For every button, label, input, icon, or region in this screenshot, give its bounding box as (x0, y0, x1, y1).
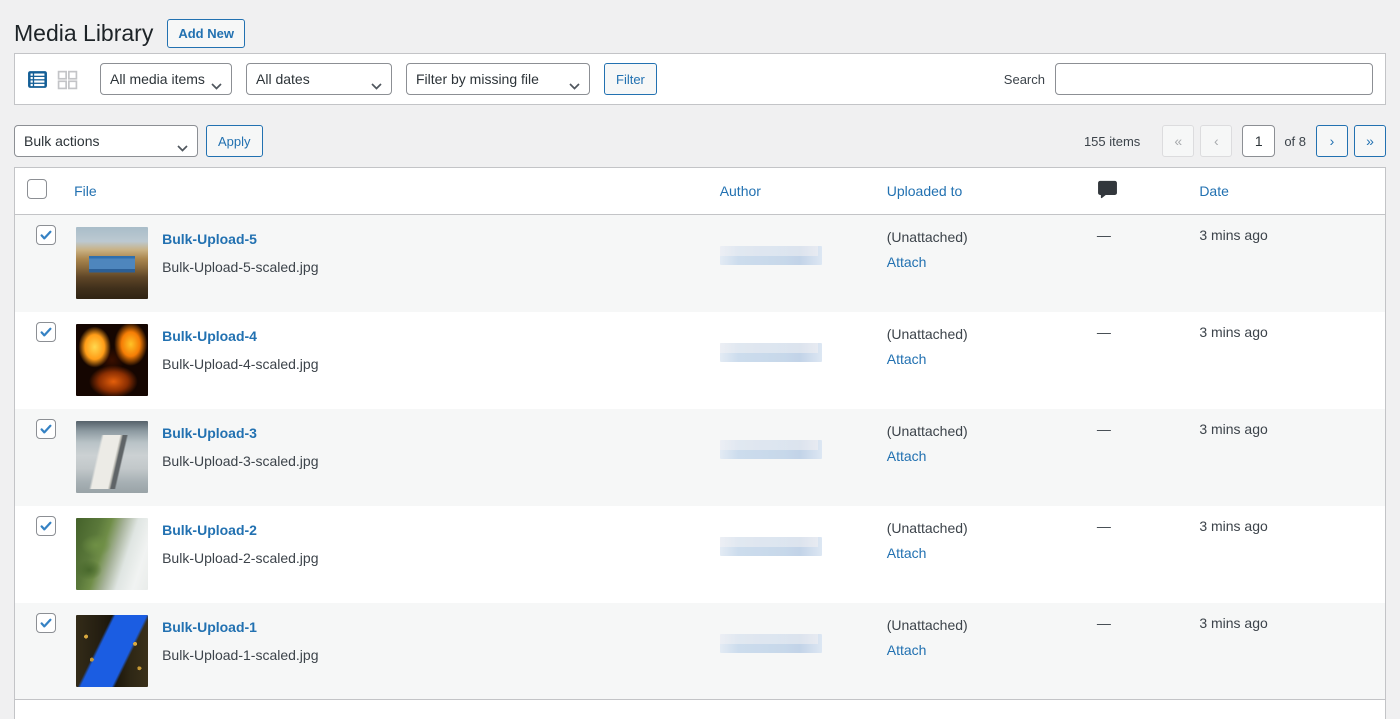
media-filename: Bulk-Upload-3-scaled.jpg (162, 452, 318, 470)
previous-page-button[interactable]: ‹ (1200, 125, 1232, 157)
table-navigation: Bulk actions Apply 155 items « ‹ of 8 › … (14, 125, 1386, 157)
row-checkbox[interactable] (36, 516, 56, 536)
attach-link[interactable]: Attach (887, 254, 927, 270)
items-count: 155 items (1084, 134, 1140, 149)
search-label: Search (1004, 72, 1045, 87)
table-row: Bulk-Upload-5 Bulk-Upload-5-scaled.jpg (… (15, 215, 1386, 312)
uploaded-to-status: (Unattached) (887, 324, 1077, 344)
add-new-button[interactable]: Add New (167, 19, 245, 48)
author-redacted (720, 634, 822, 653)
media-title-link[interactable]: Bulk-Upload-2 (162, 520, 257, 540)
upload-date: 3 mins ago (1189, 603, 1385, 700)
view-mode-switch (27, 69, 78, 90)
first-page-button[interactable]: « (1162, 125, 1194, 157)
attach-link[interactable]: Attach (887, 642, 927, 658)
apply-button[interactable]: Apply (206, 125, 263, 157)
bulk-actions-value: Bulk actions (24, 133, 99, 149)
search-input[interactable] (1055, 63, 1373, 95)
comments-count: — (1097, 324, 1111, 340)
total-pages-label: of 8 (1284, 134, 1306, 149)
upload-date: 3 mins ago (1189, 312, 1385, 409)
author-redacted (720, 537, 822, 556)
chevron-down-icon (177, 139, 188, 155)
comment-bubble-icon[interactable] (1097, 187, 1118, 203)
row-checkbox[interactable] (36, 419, 56, 439)
table-row: Bulk-Upload-2 Bulk-Upload-2-scaled.jpg (… (15, 506, 1386, 603)
media-type-filter-value: All media items (110, 71, 205, 87)
row-checkbox[interactable] (36, 322, 56, 342)
next-page-button[interactable]: › (1316, 125, 1348, 157)
grid-view-icon[interactable] (57, 69, 78, 90)
filter-toolbar: All media items All dates Filter by miss… (14, 53, 1386, 105)
uploaded-to-status: (Unattached) (887, 227, 1077, 247)
media-list-table: File Author Uploaded to Date (14, 167, 1386, 719)
media-thumbnail[interactable] (76, 421, 148, 493)
select-all-checkbox[interactable] (27, 179, 47, 199)
comments-count: — (1097, 421, 1111, 437)
media-filename: Bulk-Upload-1-scaled.jpg (162, 646, 318, 664)
chevron-down-icon (211, 77, 222, 93)
attach-link[interactable]: Attach (887, 448, 927, 464)
attach-link[interactable]: Attach (887, 351, 927, 367)
table-row: Bulk-Upload-1 Bulk-Upload-1-scaled.jpg (… (15, 603, 1386, 700)
chevron-down-icon (569, 77, 580, 93)
column-header-author[interactable]: Author (720, 183, 761, 199)
list-view-icon[interactable] (27, 69, 48, 90)
pagination: 155 items « ‹ of 8 › » (1084, 125, 1386, 157)
page-header: Media Library Add New (14, 0, 1386, 53)
column-header-file[interactable]: File (74, 183, 97, 199)
media-filename: Bulk-Upload-4-scaled.jpg (162, 355, 318, 373)
comments-count: — (1097, 615, 1111, 631)
dates-filter-select[interactable]: All dates (246, 63, 392, 95)
media-title-link[interactable]: Bulk-Upload-5 (162, 229, 257, 249)
media-thumbnail[interactable] (76, 324, 148, 396)
media-filename: Bulk-Upload-5-scaled.jpg (162, 258, 318, 276)
table-row: Bulk-Upload-3 Bulk-Upload-3-scaled.jpg (… (15, 409, 1386, 506)
media-filename: Bulk-Upload-2-scaled.jpg (162, 549, 318, 567)
comments-count: — (1097, 227, 1111, 243)
current-page-input[interactable] (1242, 125, 1275, 157)
missing-file-filter-value: Filter by missing file (416, 71, 539, 87)
author-redacted (720, 440, 822, 459)
last-page-button[interactable]: » (1354, 125, 1386, 157)
page-title: Media Library (14, 19, 153, 48)
uploaded-to-status: (Unattached) (887, 518, 1077, 538)
bulk-actions-select[interactable]: Bulk actions (14, 125, 198, 157)
comments-count: — (1097, 518, 1111, 534)
table-header: File Author Uploaded to Date (15, 168, 1386, 215)
uploaded-to-status: (Unattached) (887, 615, 1077, 635)
dates-filter-value: All dates (256, 71, 310, 87)
media-library-page: Media Library Add New (0, 0, 1400, 719)
column-header-date[interactable]: Date (1199, 183, 1229, 199)
media-type-filter-select[interactable]: All media items (100, 63, 232, 95)
media-title-link[interactable]: Bulk-Upload-1 (162, 617, 257, 637)
filter-button[interactable]: Filter (604, 63, 657, 95)
row-checkbox[interactable] (36, 225, 56, 245)
attach-link[interactable]: Attach (887, 545, 927, 561)
row-checkbox[interactable] (36, 613, 56, 633)
author-redacted (720, 246, 822, 265)
author-redacted (720, 343, 822, 362)
missing-file-filter-select[interactable]: Filter by missing file (406, 63, 590, 95)
table-row: Bulk-Upload-4 Bulk-Upload-4-scaled.jpg (… (15, 312, 1386, 409)
column-header-uploaded-to[interactable]: Uploaded to (887, 183, 963, 199)
media-thumbnail[interactable] (76, 518, 148, 590)
media-title-link[interactable]: Bulk-Upload-4 (162, 326, 257, 346)
upload-date: 3 mins ago (1189, 506, 1385, 603)
table-footer (15, 700, 1386, 719)
uploaded-to-status: (Unattached) (887, 421, 1077, 441)
upload-date: 3 mins ago (1189, 215, 1385, 312)
media-thumbnail[interactable] (76, 227, 148, 299)
media-thumbnail[interactable] (76, 615, 148, 687)
chevron-down-icon (371, 77, 382, 93)
media-title-link[interactable]: Bulk-Upload-3 (162, 423, 257, 443)
upload-date: 3 mins ago (1189, 409, 1385, 506)
